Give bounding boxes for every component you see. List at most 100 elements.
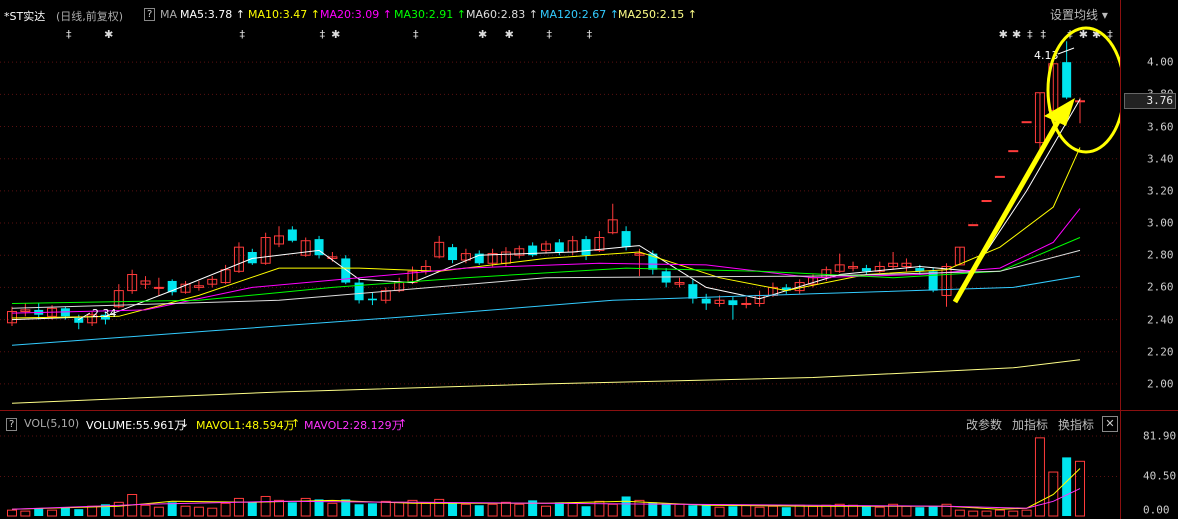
candle-body-down (728, 300, 738, 306)
volume-bar-up (193, 506, 204, 517)
volume-bar-up (153, 506, 164, 517)
volume-bar-down (74, 509, 84, 516)
down-arrow-icon: ↓ (180, 417, 190, 430)
close-icon[interactable]: ✕ (1102, 416, 1118, 432)
volume-bar-down (581, 506, 591, 516)
volume-bar-up (848, 504, 859, 517)
volume-bar-up (500, 501, 511, 517)
volume-bar-down (688, 505, 698, 516)
volume-bar-up (220, 502, 231, 517)
volume-bar-down (287, 502, 297, 516)
volume-bar-down (1062, 457, 1072, 516)
volume-bar-up (434, 498, 445, 517)
volume-bar-down (60, 507, 70, 516)
price-axis-tick: 2.20 (1147, 345, 1174, 359)
volume-bar-up (420, 502, 431, 517)
volume-bar-up (233, 497, 244, 517)
candle-body-down (581, 239, 591, 256)
volume-bar-down (34, 508, 44, 516)
volume-bar-up (567, 502, 578, 517)
volume-bar-up (968, 510, 979, 517)
edit-params-button[interactable]: 改参数 (966, 416, 1002, 433)
event-marker-icon: ‡ (240, 28, 246, 41)
volume-bar-up (714, 506, 725, 517)
candle-body-down (928, 271, 938, 291)
volume-bar-up (808, 505, 818, 517)
switch-indicator-button[interactable]: 换指标 (1058, 416, 1094, 433)
vol-title: VOL(5,10) (24, 417, 80, 430)
volume-bar-down (621, 496, 631, 516)
candle-body-down (688, 284, 698, 299)
volume-bar-down (448, 503, 458, 516)
volume-bar-down (861, 506, 871, 516)
candle-body-down (701, 298, 711, 304)
candle-body-down (448, 247, 458, 261)
highlight-arrow (952, 116, 1063, 304)
volume-value: VOLUME:55.961万 (86, 419, 186, 432)
candle-body-up (1021, 121, 1032, 124)
candle-body-down (621, 231, 631, 248)
panel-separator (0, 410, 1178, 411)
event-marker-icon: ‡ (1041, 28, 1047, 41)
candlestick-chart[interactable]: ‡ ✱ ‡ ‡ ✱ ‡ ✱ ✱ ‡ ‡ ✱ ✱ ‡ ‡ ‡ ✱ ✱ ‡4.132.34 (0, 0, 1120, 519)
volume-bar-up (634, 499, 645, 517)
volume-bar-up (113, 501, 124, 517)
volume-bar-up (541, 505, 551, 517)
volume-bar-down (167, 502, 177, 516)
price-axis-tick: 3.20 (1147, 184, 1174, 198)
volume-bar-up (274, 499, 284, 517)
event-marker-icon: ✱ (104, 28, 113, 41)
volume-bar-up (327, 502, 338, 517)
vol-help-button[interactable]: ? (6, 418, 18, 431)
mavol1-value: MAVOL1:48.594万 (196, 419, 295, 432)
price-axis-tick: 2.60 (1147, 280, 1174, 294)
volume-bar-down (354, 504, 364, 516)
volume-bar-up (514, 503, 525, 517)
volume-axis-tick: 81.90 (1143, 429, 1177, 443)
volume-bar-down (474, 505, 484, 516)
volume-bar-up (954, 509, 965, 517)
up-arrow-icon: ↑ (291, 417, 301, 430)
volume-bar-up (901, 505, 912, 517)
volume-bar-up (874, 506, 885, 517)
volume-bar-up (380, 500, 391, 517)
volume-bar-down (915, 507, 925, 516)
candle-body-up (968, 224, 979, 227)
event-marker-icon: ✱ (505, 28, 514, 41)
high-pointer (1057, 47, 1075, 55)
candle-body-up (1075, 100, 1085, 103)
volume-bar-up (794, 504, 805, 517)
volume-bar-up (260, 495, 271, 517)
price-axis-tick: 2.00 (1147, 377, 1174, 391)
event-marker-icon: ✱ (999, 28, 1008, 41)
candle-body-down (74, 317, 84, 323)
volume-info-bar: ? VOL(5,10) VOLUME:55.961万 ↓ MAVOL1:48.5… (0, 412, 1120, 434)
event-marker-icon: ‡ (413, 28, 419, 41)
volume-bar-up (767, 505, 778, 517)
event-marker-icon: ‡ (1027, 28, 1033, 41)
add-indicator-button[interactable]: 加指标 (1012, 416, 1048, 433)
volume-bar-up (140, 504, 151, 517)
volume-bar-down (247, 502, 257, 516)
ma-line-ma250 (11, 359, 1081, 404)
volume-bar-up (981, 510, 992, 517)
highlight-ellipse (1046, 26, 1120, 154)
event-marker-icon: ✱ (331, 28, 340, 41)
volume-bar-up (754, 506, 765, 517)
price-axis-tick: 3.40 (1147, 152, 1174, 166)
price-axis-tick: 2.80 (1147, 248, 1174, 262)
price-axis-tick: 4.00 (1147, 55, 1174, 69)
volume-bar-up (87, 505, 98, 517)
volume-bar-up (1008, 510, 1019, 517)
volume-bar-up (994, 509, 1005, 517)
volume-bar-up (394, 501, 405, 517)
candle-body-up (1008, 150, 1019, 153)
price-axis: 4.003.803.603.403.203.002.802.602.402.20… (1120, 0, 1178, 410)
price-axis-tick: 3.60 (1147, 120, 1174, 134)
event-marker-icon: ✱ (478, 28, 487, 41)
volume-bar-up (821, 504, 832, 517)
volume-bar-up (460, 503, 471, 517)
candle-body-down (861, 268, 871, 272)
volume-axis: 81.90 40.50 0.00 (1120, 411, 1178, 519)
low-price-label: 2.34 (92, 307, 117, 320)
